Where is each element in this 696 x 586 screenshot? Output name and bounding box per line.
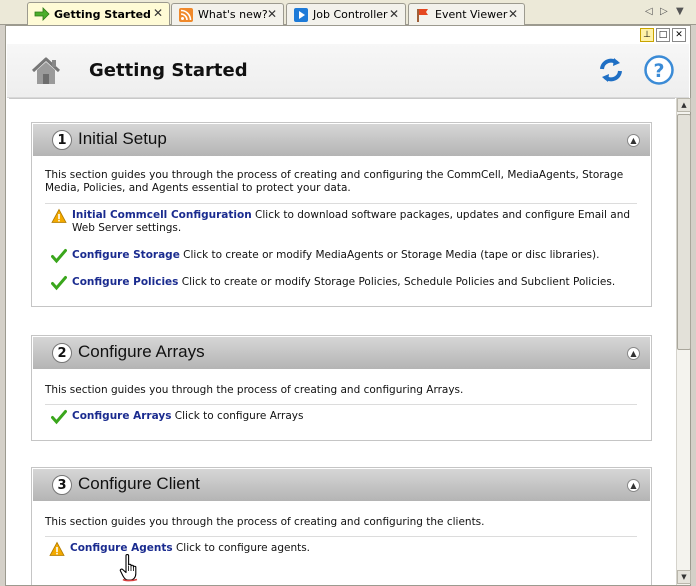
warning-icon bbox=[51, 208, 67, 223]
help-icon[interactable]: ? bbox=[643, 54, 675, 86]
tab-strip: Getting Started ✕ What's new? ✕ Job Cont… bbox=[0, 0, 696, 25]
tab-label: Job Controller bbox=[313, 8, 388, 21]
section-number: 2 bbox=[52, 343, 72, 363]
checkmark-icon bbox=[51, 249, 67, 264]
tab-label: What's new? bbox=[198, 8, 268, 21]
task-text: Click to create or modify Storage Polici… bbox=[178, 276, 616, 288]
vertical-scrollbar[interactable]: ▲ ▼ bbox=[676, 98, 691, 585]
collapse-icon[interactable]: ▲ bbox=[627, 347, 640, 360]
collapse-icon[interactable]: ▲ bbox=[627, 479, 640, 492]
divider bbox=[45, 536, 637, 537]
hand-cursor-icon bbox=[119, 554, 138, 582]
getting-started-panel: ⊥ □ ✕ Getting Started ? 1 Initial Setup bbox=[5, 25, 691, 586]
rss-icon bbox=[178, 7, 194, 23]
tab-job-controller[interactable]: Job Controller ✕ bbox=[286, 3, 406, 25]
section-title: Configure Arrays bbox=[78, 342, 205, 361]
task-text: Click to create or modify MediaAgents or… bbox=[179, 249, 600, 261]
section-header[interactable]: 2 Configure Arrays ▲ bbox=[33, 337, 650, 369]
close-icon[interactable]: ✕ bbox=[267, 7, 277, 21]
tab-whats-new[interactable]: What's new? ✕ bbox=[171, 3, 284, 25]
scrollbar-thumb[interactable] bbox=[677, 114, 691, 350]
warning-icon bbox=[49, 541, 65, 556]
divider bbox=[45, 404, 637, 405]
tab-label: Getting Started bbox=[54, 7, 151, 21]
page-title: Getting Started bbox=[89, 60, 248, 81]
task-configure-policies: Configure Policies Click to create or mo… bbox=[51, 276, 636, 291]
section-header[interactable]: 3 Configure Client ▲ bbox=[33, 469, 650, 501]
task-configure-storage: Configure Storage Click to create or mod… bbox=[51, 249, 636, 264]
close-icon[interactable]: ✕ bbox=[508, 7, 518, 21]
section-header[interactable]: 1 Initial Setup ▲ bbox=[33, 124, 650, 156]
task-text: Click to configure Arrays bbox=[171, 410, 304, 422]
arrow-right-icon bbox=[34, 6, 50, 22]
svg-text:?: ? bbox=[653, 60, 664, 82]
section-description: This section guides you through the proc… bbox=[45, 169, 624, 194]
panel-toolbar: ⊥ □ ✕ bbox=[640, 28, 686, 42]
home-icon[interactable] bbox=[29, 54, 63, 88]
content-area: 1 Initial Setup ▲ This section guides yo… bbox=[9, 98, 675, 585]
scroll-down-icon[interactable]: ▼ bbox=[677, 570, 691, 584]
initial-commcell-configuration-link[interactable]: Initial Commcell Configuration bbox=[72, 209, 252, 221]
tab-scroll-right-icon[interactable]: ▷ bbox=[660, 6, 668, 17]
close-panel-icon[interactable]: ✕ bbox=[672, 28, 686, 42]
section-description: This section guides you through the proc… bbox=[45, 384, 464, 396]
section-description: This section guides you through the proc… bbox=[45, 516, 485, 528]
section-title: Initial Setup bbox=[78, 129, 167, 148]
section-number: 1 bbox=[52, 130, 72, 150]
section-number: 3 bbox=[52, 475, 72, 495]
task-text: Click to configure agents. bbox=[172, 542, 311, 554]
page-header: Getting Started ? bbox=[7, 44, 689, 98]
section-title: Configure Client bbox=[78, 474, 200, 493]
pin-icon[interactable]: ⊥ bbox=[640, 28, 654, 42]
task-initial-commcell-configuration: Initial Commcell Configuration Click to … bbox=[51, 208, 636, 235]
flag-icon bbox=[415, 7, 431, 23]
close-icon[interactable]: ✕ bbox=[153, 6, 163, 20]
configure-policies-link[interactable]: Configure Policies bbox=[72, 276, 178, 288]
restore-icon[interactable]: □ bbox=[656, 28, 670, 42]
tab-label: Event Viewer bbox=[435, 8, 508, 21]
configure-storage-link[interactable]: Configure Storage bbox=[72, 249, 180, 261]
close-icon[interactable]: ✕ bbox=[389, 7, 399, 21]
checkmark-icon bbox=[51, 410, 67, 425]
refresh-icon[interactable] bbox=[597, 56, 625, 84]
play-icon bbox=[293, 7, 309, 23]
section-configure-arrays: 2 Configure Arrays ▲ This section guides… bbox=[31, 335, 652, 441]
tab-event-viewer[interactable]: Event Viewer ✕ bbox=[408, 3, 525, 25]
tab-scroll-left-icon[interactable]: ◁ bbox=[645, 6, 653, 17]
collapse-icon[interactable]: ▲ bbox=[627, 134, 640, 147]
tab-list-icon[interactable]: ▼ bbox=[676, 6, 684, 17]
tab-getting-started[interactable]: Getting Started ✕ bbox=[27, 2, 170, 25]
configure-arrays-link[interactable]: Configure Arrays bbox=[72, 410, 171, 422]
checkmark-icon bbox=[51, 276, 67, 291]
divider bbox=[45, 203, 637, 204]
scroll-up-icon[interactable]: ▲ bbox=[677, 98, 691, 112]
section-initial-setup: 1 Initial Setup ▲ This section guides yo… bbox=[31, 122, 652, 307]
task-configure-arrays: Configure Arrays Click to configure Arra… bbox=[51, 410, 636, 425]
